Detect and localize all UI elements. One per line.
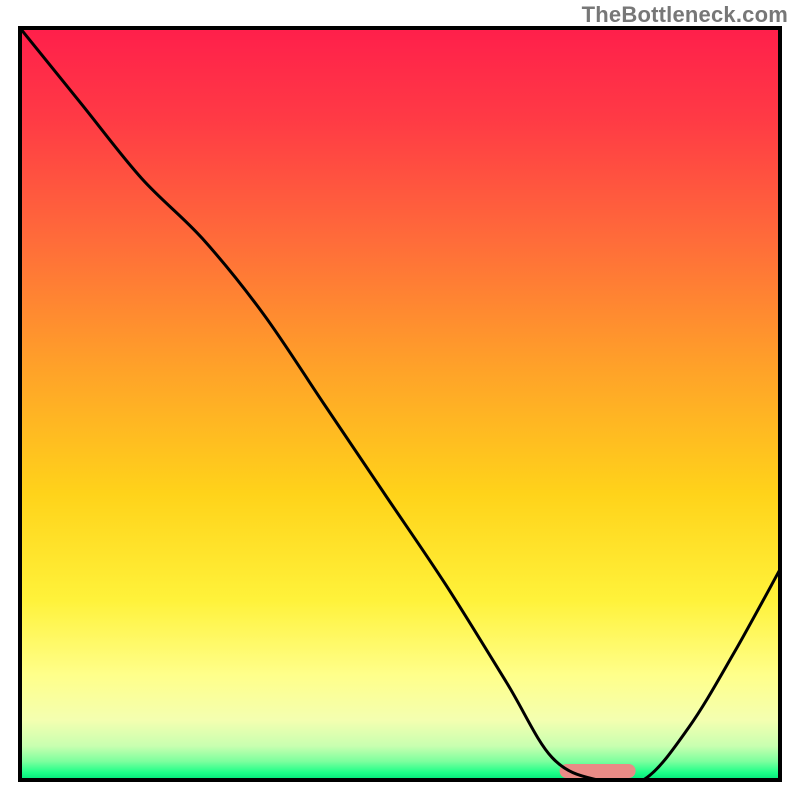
chart-container: TheBottleneck.com	[0, 0, 800, 800]
gradient-background	[20, 28, 780, 780]
chart-svg	[0, 0, 800, 800]
